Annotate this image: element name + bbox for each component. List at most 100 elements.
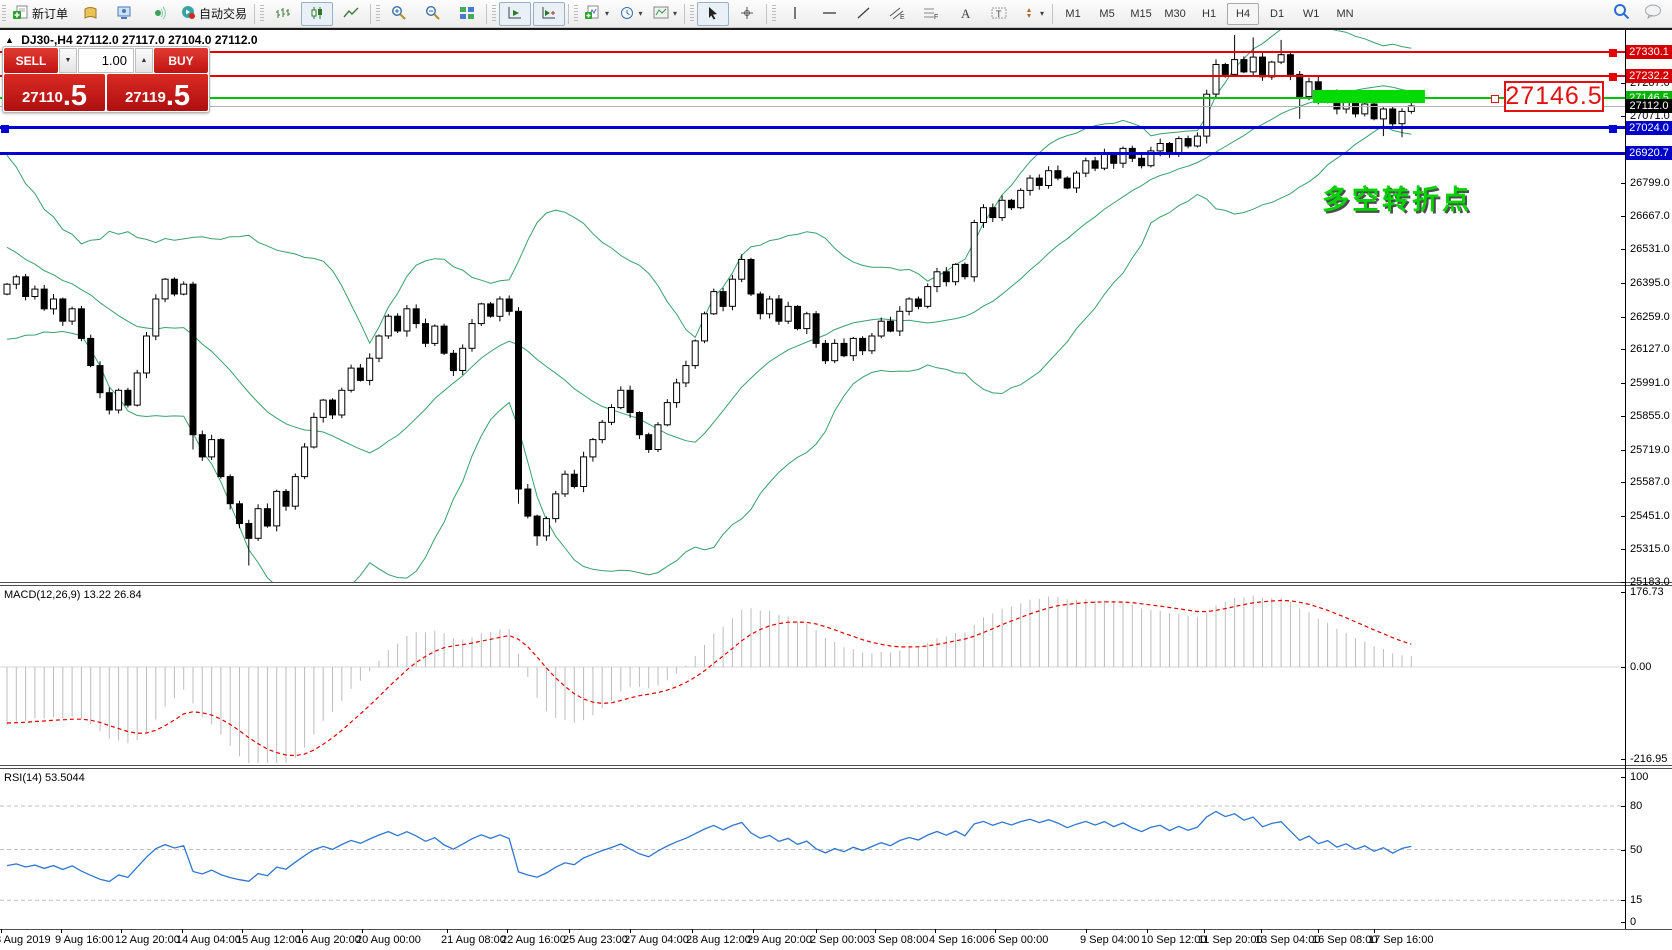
templates-button[interactable]: ▾	[649, 2, 681, 26]
fibo-icon: F	[923, 6, 939, 22]
price-line-label: 27330.1	[1626, 45, 1672, 59]
toolbar-grip[interactable]	[690, 5, 694, 23]
bars-icon	[275, 6, 291, 22]
one-click-trading-panel: SELL ▼ ▲ BUY 27110.5 27119.5	[2, 46, 210, 113]
timeframe-h4-button[interactable]: H4	[1227, 3, 1259, 25]
line-handle[interactable]	[1609, 73, 1617, 81]
clock-icon	[620, 6, 635, 22]
profiles-button[interactable]	[108, 2, 140, 26]
axis-tick	[1621, 83, 1625, 84]
auto-scroll-button[interactable]	[499, 2, 531, 26]
time-axis-label: 16 Aug 20:00	[296, 934, 361, 946]
search-icon[interactable]	[1613, 3, 1630, 24]
horizontal-line-button[interactable]	[813, 2, 845, 26]
time-axis-label: 2 Sep 00:00	[810, 934, 869, 946]
arrows-button[interactable]: ▾	[1017, 2, 1049, 26]
time-axis-tick	[1, 929, 2, 933]
line-handle[interactable]	[1609, 125, 1617, 133]
axis-tick-label: 25719.0	[1630, 444, 1672, 456]
timeframe-w1-button[interactable]: W1	[1295, 3, 1327, 25]
sell-price-frac: .5	[63, 83, 87, 109]
pane-separator[interactable]	[0, 765, 1672, 769]
toolbar-grip[interactable]	[574, 5, 578, 23]
time-axis-tick	[1204, 929, 1205, 933]
toolbar-grip[interactable]	[772, 5, 776, 23]
new-order-button[interactable]: 新订单	[9, 2, 72, 26]
horizontal-line-object[interactable]	[0, 152, 1625, 155]
toolbar-grip[interactable]	[376, 5, 380, 23]
equidistant-channel-button[interactable]: E	[881, 2, 913, 26]
text-button[interactable]: A	[949, 2, 981, 26]
axis-tick	[1621, 116, 1625, 117]
line-handle[interactable]	[1609, 49, 1617, 57]
cursor-button[interactable]	[697, 2, 729, 26]
trendline-button[interactable]	[847, 2, 879, 26]
timeframe-mn-button[interactable]: MN	[1329, 3, 1361, 25]
new-order-label: 新订单	[32, 5, 68, 22]
fibonacci-button[interactable]: F	[915, 2, 947, 26]
horizontal-line-object[interactable]	[0, 126, 1625, 129]
timeframe-m5-button[interactable]: M5	[1091, 3, 1123, 25]
axis-tick	[1621, 216, 1625, 217]
chart-shift-button[interactable]	[533, 2, 565, 26]
volume-decrease-button[interactable]: ▼	[59, 48, 77, 73]
toolbar-grip[interactable]	[2, 5, 6, 23]
collapse-arrow-icon[interactable]: ▲	[5, 35, 14, 45]
text-label-button[interactable]: T	[983, 2, 1015, 26]
time-axis-label: 9 Sep 04:00	[1080, 934, 1139, 946]
indicators-icon	[585, 5, 601, 22]
line-handle[interactable]	[1, 125, 9, 133]
svg-text:F: F	[934, 14, 938, 20]
tile-windows-button[interactable]	[451, 2, 483, 26]
buy-button[interactable]: BUY	[154, 48, 208, 73]
horizontal-line-object[interactable]	[0, 106, 1625, 107]
autotrading-button[interactable]: 自动交易	[176, 2, 251, 26]
volume-input[interactable]	[78, 48, 134, 73]
axis-tick	[1621, 922, 1625, 923]
zoom-out-icon	[425, 5, 441, 22]
indicators-button[interactable]: ▾	[581, 2, 613, 26]
chartshift-icon	[541, 6, 557, 22]
periods-button[interactable]: ▾	[615, 2, 647, 26]
axis-tick	[1621, 777, 1625, 778]
hline-icon	[822, 6, 837, 22]
buy-price-button[interactable]: 27119.5	[107, 74, 208, 111]
timeframe-d1-button[interactable]: D1	[1261, 3, 1293, 25]
candle-chart-button[interactable]	[301, 2, 333, 26]
text-icon: A	[959, 6, 972, 22]
time-axis-tick	[302, 929, 303, 933]
timeframe-m30-button[interactable]: M30	[1159, 3, 1191, 25]
rsi-canvas[interactable]	[0, 769, 1672, 928]
horizontal-line-object[interactable]	[0, 51, 1625, 53]
zoom-in-button[interactable]	[383, 2, 415, 26]
pane-separator[interactable]	[0, 582, 1672, 586]
bar-chart-button[interactable]	[267, 2, 299, 26]
toolbar-grip[interactable]	[260, 5, 264, 23]
timeframe-m15-button[interactable]: M15	[1125, 3, 1157, 25]
autotrading-icon	[180, 5, 196, 22]
time-axis-label: 3 Sep 08:00	[869, 934, 928, 946]
zoom-out-button[interactable]	[417, 2, 449, 26]
history-center-button[interactable]	[74, 2, 106, 26]
turning-point-annotation: 多空转折点	[1322, 178, 1472, 217]
template-icon	[653, 6, 669, 22]
signals-button[interactable]	[142, 2, 174, 26]
chevron-down-icon: ▾	[605, 9, 609, 18]
crosshair-button[interactable]	[731, 2, 763, 26]
vertical-line-button[interactable]	[779, 2, 811, 26]
line-chart-button[interactable]	[335, 2, 367, 26]
timeframe-m1-button[interactable]: M1	[1057, 3, 1089, 25]
timeframe-h1-button[interactable]: H1	[1193, 3, 1225, 25]
horizontal-line-object[interactable]	[0, 75, 1625, 77]
price-chart-canvas[interactable]	[0, 30, 1672, 582]
volume-increase-button[interactable]: ▲	[135, 48, 153, 73]
chat-icon[interactable]	[1644, 4, 1662, 24]
sell-price-button[interactable]: 27110.5	[4, 74, 105, 111]
line-handle[interactable]	[1491, 95, 1499, 103]
macd-canvas[interactable]	[0, 586, 1672, 765]
candles-icon	[309, 6, 325, 22]
time-axis-label: 12 Aug 20:00	[115, 934, 180, 946]
svg-text:E: E	[900, 14, 905, 20]
toolbar-grip[interactable]	[492, 5, 496, 23]
sell-button[interactable]: SELL	[4, 48, 58, 73]
